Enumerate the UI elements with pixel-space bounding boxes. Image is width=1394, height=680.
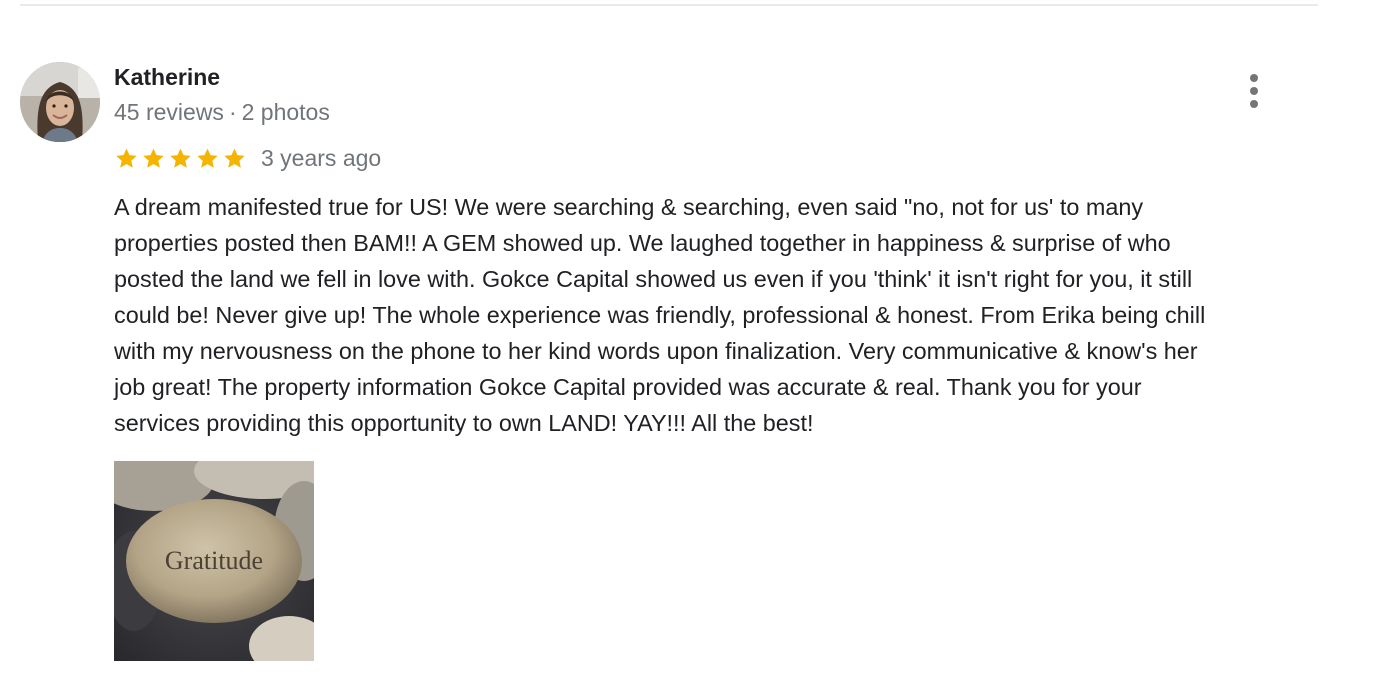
review-date: 3 years ago xyxy=(261,145,382,171)
reviewer-name[interactable]: Katherine xyxy=(114,62,220,92)
review-text-line: properties posted then BAM!! A GEM showe… xyxy=(114,230,1171,256)
top-divider xyxy=(20,4,1318,6)
review-text: A dream manifested true for US! We were … xyxy=(114,189,1322,441)
more-options-button[interactable] xyxy=(1238,70,1270,112)
reviewer-meta[interactable]: 45 reviews · 2 photos xyxy=(114,97,330,127)
stone-engraving: Gratitude xyxy=(165,546,263,575)
star-icon xyxy=(195,146,220,171)
meta-separator: · xyxy=(228,99,237,125)
review-text-line: services providing this opportunity to o… xyxy=(114,410,814,436)
review-text-line: could be! Never give up! The whole exper… xyxy=(114,302,1206,328)
star-icon xyxy=(114,146,139,171)
star-icon xyxy=(141,146,166,171)
avatar-image xyxy=(20,62,100,142)
review-count: 45 reviews xyxy=(114,99,224,125)
star-icon xyxy=(222,146,247,171)
review-text-line: posted the land we fell in love with. Go… xyxy=(114,266,1193,292)
review-text-line: A dream manifested true for US! We were … xyxy=(114,194,1144,220)
review-photo[interactable]: Gratitude xyxy=(114,461,314,661)
rating-row: 3 years ago xyxy=(114,143,381,173)
star-icon xyxy=(168,146,193,171)
star-rating xyxy=(114,146,247,171)
gratitude-stone-image: Gratitude xyxy=(114,461,314,661)
review-text-line: job great! The property information Gokc… xyxy=(114,374,1142,400)
photo-count: 2 photos xyxy=(241,99,330,125)
reviewer-avatar[interactable] xyxy=(20,62,100,142)
review-text-line: with my nervousness on the phone to her … xyxy=(114,338,1198,364)
